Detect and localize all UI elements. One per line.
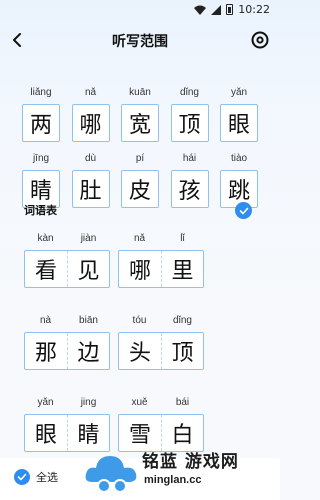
word-card[interactable]: nà biān 那 边 xyxy=(24,314,110,370)
character-glyph: 看 xyxy=(34,259,57,284)
character-glyph: 见 xyxy=(66,251,109,287)
pinyin-label: jiàn xyxy=(80,233,97,244)
select-all-label: 全选 xyxy=(36,471,58,484)
character-card[interactable]: pí 皮 xyxy=(121,152,159,208)
section-checkbox[interactable] xyxy=(235,202,252,219)
character-row: jīng 睛 dù 肚 pí 皮 hái 孩 tiào 跳 xyxy=(22,152,258,208)
pinyin-label: tóu xyxy=(132,315,147,326)
watermark-url: minglan.cc xyxy=(144,474,202,486)
pinyin-label: xuě xyxy=(131,397,148,408)
pinyin-label: bái xyxy=(175,397,190,408)
pinyin-label: nǎ xyxy=(133,233,146,244)
word-box: 头 顶 xyxy=(118,332,204,370)
page-title: 听写范围 xyxy=(112,34,168,50)
checkmark-icon xyxy=(239,207,248,214)
pinyin-label: kuān xyxy=(129,87,151,98)
character-card[interactable]: jīng 睛 xyxy=(22,152,60,208)
battery-icon xyxy=(226,4,234,15)
word-row: nà biān 那 边 tóu dǐng 头 顶 xyxy=(24,314,256,370)
pinyin-label: nà xyxy=(39,315,52,326)
pinyin-label: jing xyxy=(80,397,97,408)
character-glyph: 顶 xyxy=(160,333,203,369)
character-glyph: 哪 xyxy=(128,259,151,284)
pinyin-label: nǎ xyxy=(84,87,97,98)
character-glyph: 那 xyxy=(34,341,57,366)
pinyin-label: kàn xyxy=(37,233,54,244)
words-section-header: 词语表 xyxy=(24,201,256,221)
pinyin-label: jīng xyxy=(32,153,50,164)
select-all-toggle[interactable]: 全选 xyxy=(14,469,58,485)
section-title: 词语表 xyxy=(24,204,57,217)
status-icons: 10:22 xyxy=(194,3,270,16)
wifi-icon xyxy=(194,5,207,15)
character-card[interactable]: hái 孩 xyxy=(170,152,209,208)
pinyin-label: yǎn xyxy=(37,397,54,408)
character-box: 宽 xyxy=(121,104,159,142)
cloud-logo-icon xyxy=(85,456,137,493)
pinyin-label: liǎng xyxy=(30,87,52,98)
word-box: 看 见 xyxy=(24,250,110,288)
word-card[interactable]: nǎ lǐ 哪 里 xyxy=(118,232,204,288)
word-box: 哪 里 xyxy=(118,250,204,288)
signal-icon xyxy=(211,4,222,15)
word-row: kàn jiàn 看 见 nǎ lǐ 哪 里 xyxy=(24,232,256,288)
status-bar: 10:22 xyxy=(0,0,280,22)
status-time: 10:22 xyxy=(238,3,270,16)
character-box: 眼 xyxy=(220,104,258,142)
character-glyph: 头 xyxy=(128,341,151,366)
character-card[interactable]: kuān 宽 xyxy=(121,86,159,142)
character-card[interactable]: dǐng 顶 xyxy=(170,86,209,142)
character-box: 两 xyxy=(22,104,60,142)
pinyin-label: tiào xyxy=(230,153,248,164)
pinyin-label: dǐng xyxy=(180,87,199,98)
character-card[interactable]: tiào 跳 xyxy=(220,152,258,208)
pinyin-label: lǐ xyxy=(180,233,185,244)
checkmark-icon xyxy=(14,469,30,485)
pinyin-label: pí xyxy=(135,153,145,164)
character-card[interactable]: liǎng 两 xyxy=(22,86,60,142)
character-glyph: 边 xyxy=(66,333,109,369)
character-row: liǎng 两 nǎ 哪 kuān 宽 dǐng 顶 yǎn 眼 xyxy=(22,86,258,142)
watermark: 铭蓝 游戏网 minglan.cc xyxy=(82,440,280,500)
pinyin-label: yǎn xyxy=(230,87,248,98)
word-card[interactable]: kàn jiàn 看 见 xyxy=(24,232,110,288)
pinyin-label: dù xyxy=(84,153,97,164)
pinyin-label: hái xyxy=(182,153,197,164)
character-glyph: 里 xyxy=(160,251,203,287)
header: 听写范围 xyxy=(0,24,280,56)
word-box: 那 边 xyxy=(24,332,110,370)
character-box: 哪 xyxy=(71,104,110,142)
character-box: 顶 xyxy=(170,104,209,142)
character-card[interactable]: dù 肚 xyxy=(71,152,110,208)
character-glyph: 眼 xyxy=(34,423,57,448)
pinyin-label: dǐng xyxy=(173,315,192,326)
word-card[interactable]: tóu dǐng 头 顶 xyxy=(118,314,204,370)
character-card[interactable]: nǎ 哪 xyxy=(71,86,110,142)
gear-icon[interactable] xyxy=(250,30,270,50)
watermark-text: 铭蓝 游戏网 xyxy=(142,452,239,472)
character-card[interactable]: yǎn 眼 xyxy=(220,86,258,142)
pinyin-label: biān xyxy=(79,315,98,326)
